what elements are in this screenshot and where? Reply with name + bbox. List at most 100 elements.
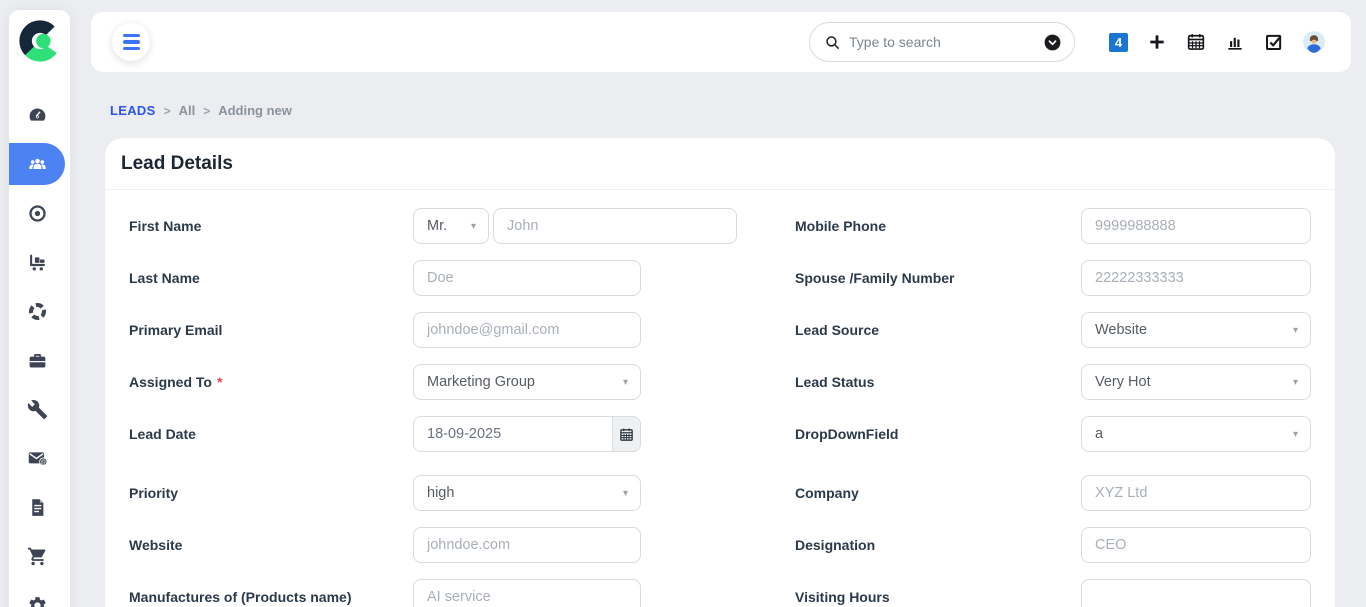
sidebar: @	[9, 10, 70, 607]
form-row-lead-status: Lead Status Very Hot ▾	[795, 364, 1335, 400]
breadcrumb-separator: >	[203, 104, 210, 118]
tasks-button[interactable]	[1264, 32, 1284, 52]
priority-select[interactable]: high ▾	[413, 475, 641, 511]
sidebar-item-target[interactable]	[9, 192, 65, 234]
sidebar-item-activities[interactable]	[9, 486, 65, 528]
form-row-spouse-number: Spouse /Family Number	[795, 260, 1335, 296]
field-label: Primary Email	[129, 322, 413, 338]
salutation-select[interactable]: Mr. ▾	[413, 208, 489, 244]
user-avatar[interactable]	[1303, 31, 1325, 53]
primary-email-input[interactable]	[413, 312, 641, 348]
briefcase-icon	[27, 350, 48, 371]
person-avatar-icon	[1303, 31, 1325, 53]
reports-button[interactable]	[1225, 32, 1245, 52]
quick-add-button[interactable]	[1147, 32, 1167, 52]
app-logo[interactable]	[17, 18, 63, 64]
sidebar-item-settings[interactable]	[9, 584, 65, 607]
breadcrumb-leads-link[interactable]: LEADS	[110, 103, 156, 118]
field-label: Lead Source	[795, 322, 1081, 338]
field-label: Assigned To*	[129, 374, 413, 390]
field-label: Priority	[129, 485, 413, 501]
search-box	[809, 22, 1075, 62]
designation-input[interactable]	[1081, 527, 1311, 563]
sidebar-item-leads[interactable]	[9, 143, 65, 185]
svg-text:@: @	[40, 459, 45, 465]
form-row-dropdownfield: DropDownField a ▾	[795, 416, 1335, 452]
form-column-right: Mobile Phone Spouse /Family Number Lead …	[795, 208, 1335, 607]
mail-at-icon: @	[27, 448, 48, 469]
document-icon	[27, 497, 48, 518]
checkbox-check-icon	[1264, 32, 1284, 52]
mobile-phone-input[interactable]	[1081, 208, 1311, 244]
website-input[interactable]	[413, 527, 641, 563]
target-icon	[27, 203, 48, 224]
form-row-visiting-hours: Visiting Hours	[795, 579, 1335, 607]
lifebuoy-icon	[27, 301, 48, 322]
sidebar-item-products[interactable]	[9, 241, 65, 283]
company-input[interactable]	[1081, 475, 1311, 511]
dolly-icon	[27, 252, 48, 273]
field-label: DropDownField	[795, 426, 1081, 442]
sidebar-item-organizations[interactable]	[9, 339, 65, 381]
breadcrumb-separator: >	[164, 104, 171, 118]
sidebar-item-orders[interactable]	[9, 535, 65, 577]
caret-down-icon: ▾	[623, 377, 628, 388]
breadcrumb: LEADS > All > Adding new	[110, 103, 292, 118]
lead-status-select[interactable]: Very Hot ▾	[1081, 364, 1311, 400]
lead-source-select[interactable]: Website ▾	[1081, 312, 1311, 348]
notification-count-badge[interactable]: 4	[1109, 33, 1128, 52]
visiting-hours-input[interactable]	[1081, 579, 1311, 607]
assigned-to-select[interactable]: Marketing Group ▾	[413, 364, 641, 400]
sidebar-nav: @	[9, 94, 70, 607]
cart-icon	[27, 546, 48, 567]
hamburger-menu-button[interactable]	[112, 23, 150, 61]
first-name-input[interactable]	[493, 208, 737, 244]
caret-down-icon: ▾	[623, 488, 628, 499]
users-icon	[27, 154, 48, 175]
field-label: Lead Date	[129, 426, 413, 442]
sidebar-item-dashboard[interactable]	[9, 94, 65, 136]
caret-down-icon: ▾	[471, 221, 476, 232]
calendar-icon	[619, 427, 634, 442]
lead-form: First Name Mr. ▾ Last Name Primary Email	[105, 190, 1335, 208]
required-asterisk: *	[217, 374, 222, 390]
sidebar-item-contacts[interactable]	[9, 290, 65, 332]
form-row-designation: Designation	[795, 527, 1335, 563]
form-row-last-name: Last Name	[129, 260, 689, 296]
form-row-mobile-phone: Mobile Phone	[795, 208, 1335, 244]
sidebar-item-mail[interactable]: @	[9, 437, 65, 479]
form-row-primary-email: Primary Email	[129, 312, 689, 348]
sidebar-item-tools[interactable]	[9, 388, 65, 430]
form-row-priority: Priority high ▾	[129, 475, 689, 511]
manufactures-input[interactable]	[413, 579, 641, 607]
breadcrumb-all-link[interactable]: All	[179, 103, 196, 118]
field-label: Last Name	[129, 270, 413, 286]
caret-down-icon: ▾	[1293, 377, 1298, 388]
caret-down-icon: ▾	[1293, 325, 1298, 336]
form-row-lead-date: Lead Date	[129, 416, 689, 452]
caret-down-icon: ▾	[1293, 429, 1298, 440]
bar-chart-icon	[1225, 32, 1245, 52]
form-row-manufactures: Manufactures of (Products name)	[129, 579, 689, 607]
card-header: Lead Details	[105, 138, 1335, 190]
search-scope-chevron-icon[interactable]	[1043, 33, 1062, 52]
form-row-lead-source: Lead Source Website ▾	[795, 312, 1335, 348]
topbar-actions: 4	[1109, 12, 1325, 72]
wrench-icon	[27, 399, 48, 420]
calendar-button[interactable]	[1186, 32, 1206, 52]
gear-icon	[27, 595, 48, 607]
dropdownfield-select[interactable]: a ▾	[1081, 416, 1311, 452]
form-column-left: First Name Mr. ▾ Last Name Primary Email	[129, 208, 689, 607]
field-label: Website	[129, 537, 413, 553]
date-picker-button[interactable]	[612, 417, 640, 451]
topbar: 4	[91, 12, 1351, 72]
search-input[interactable]	[841, 34, 1043, 50]
last-name-input[interactable]	[413, 260, 641, 296]
form-row-website: Website	[129, 527, 689, 563]
lead-date-group	[413, 416, 641, 452]
plus-icon	[1147, 32, 1167, 52]
form-row-assigned-to: Assigned To* Marketing Group ▾	[129, 364, 689, 400]
field-label: Manufactures of (Products name)	[129, 589, 413, 605]
spouse-number-input[interactable]	[1081, 260, 1311, 296]
lead-date-input[interactable]	[414, 417, 612, 451]
